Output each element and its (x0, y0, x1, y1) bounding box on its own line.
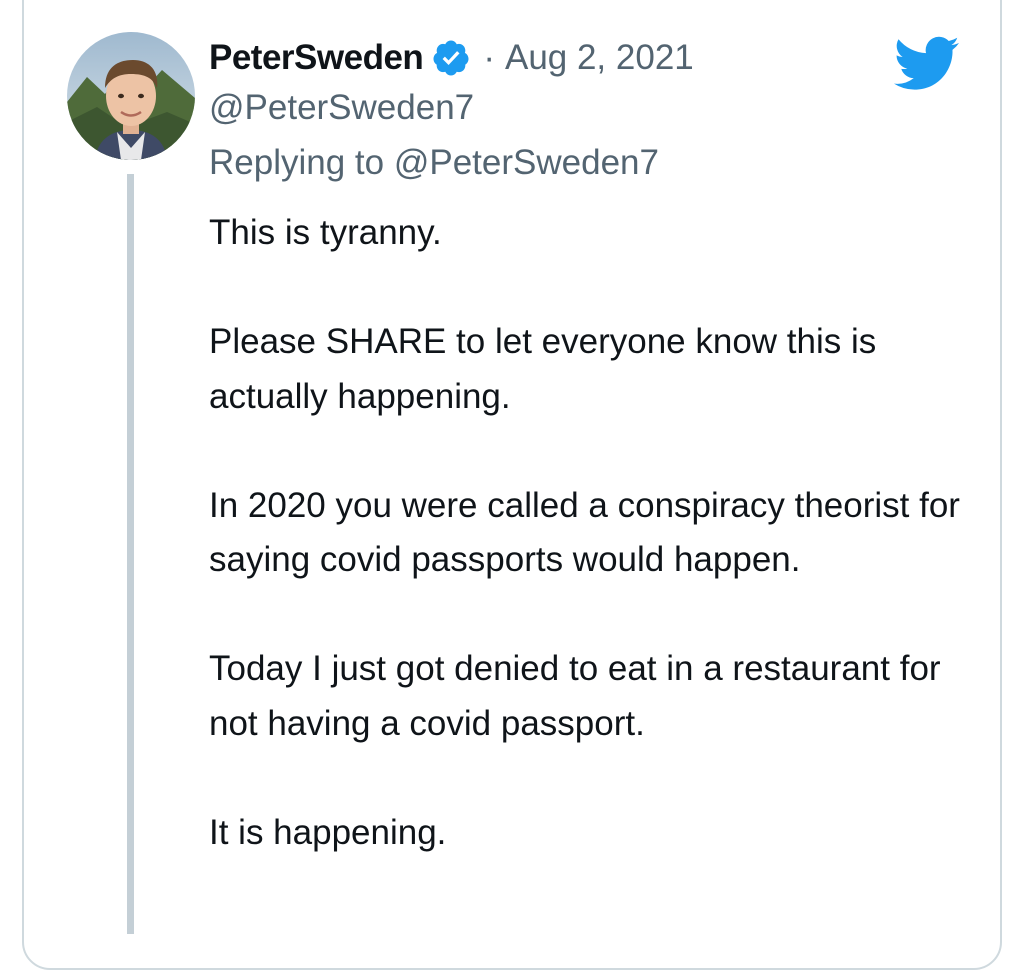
author-handle[interactable]: @PeterSweden7 (209, 88, 474, 128)
tweet-header: PeterSweden · Aug 2, 2021 (209, 36, 694, 80)
thread-connector-line (127, 174, 134, 934)
header-separator: · (483, 38, 495, 77)
replying-to-label[interactable]: Replying to @PeterSweden7 (209, 143, 659, 183)
tweet-date[interactable]: Aug 2, 2021 (505, 38, 694, 78)
author-avatar[interactable] (67, 32, 195, 160)
tweet-paragraph: In 2020 you were called a conspiracy the… (209, 485, 960, 580)
tweet-paragraph: Today I just got denied to eat in a rest… (209, 649, 941, 743)
twitter-bird-icon[interactable] (894, 36, 960, 92)
tweet-paragraph: Please SHARE to let everyone know this i… (209, 322, 877, 416)
verified-badge-icon (431, 38, 471, 78)
author-name[interactable]: PeterSweden (209, 38, 424, 78)
tweet-text: This is tyranny. Please SHARE to let eve… (209, 206, 989, 915)
tweet-paragraph: This is tyranny. (209, 213, 442, 252)
tweet-paragraph: It is happening. (209, 812, 447, 852)
